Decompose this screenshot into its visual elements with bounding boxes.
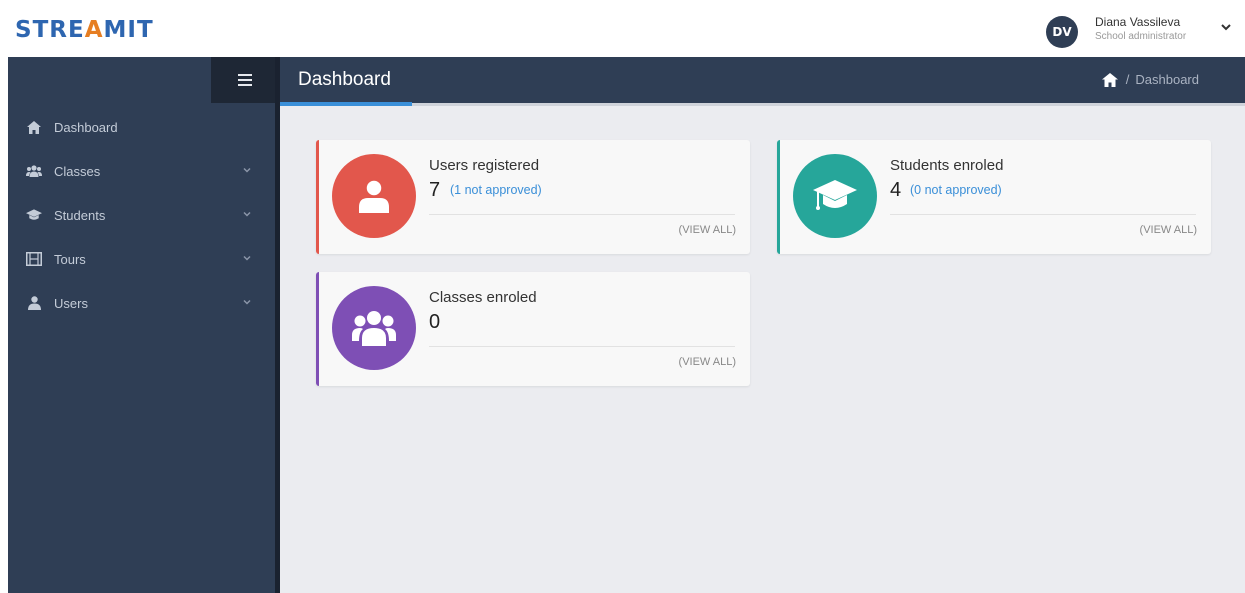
stat-card-students: Students enroled 4 (0 not approved) (VIE…: [777, 140, 1211, 254]
chevron-down-icon: [243, 299, 251, 305]
sidebar-nav: Dashboard Classes Students Tours Users: [8, 105, 278, 325]
sidebar-item-label: Users: [54, 295, 88, 311]
chevron-down-icon: [243, 255, 251, 261]
stat-card-users: Users registered 7 (1 not approved) (VIE…: [316, 140, 750, 254]
breadcrumb: / Dashboard: [1101, 72, 1199, 87]
logo-text-left: STRE: [15, 17, 85, 43]
card-icon-circle: [793, 154, 877, 238]
card-note-link[interactable]: (0 not approved): [910, 183, 1002, 197]
sidebar-item-classes[interactable]: Classes: [8, 149, 278, 193]
main-content: Users registered 7 (1 not approved) (VIE…: [280, 106, 1245, 593]
card-accent: [316, 140, 319, 254]
graduation-cap-icon: [813, 180, 857, 210]
card-icon-circle: [332, 286, 416, 370]
sidebar-item-label: Dashboard: [54, 119, 118, 135]
card-note-link[interactable]: (1 not approved): [450, 183, 542, 197]
page-header: Dashboard / Dashboard: [280, 57, 1245, 103]
view-all-link[interactable]: (VIEW ALL): [679, 356, 736, 368]
card-accent: [777, 140, 780, 254]
users-icon: [352, 311, 396, 346]
sidebar-item-dashboard[interactable]: Dashboard: [8, 105, 278, 149]
user-avatar[interactable]: DV: [1046, 16, 1078, 48]
sidebar-item-label: Students: [54, 207, 106, 223]
breadcrumb-separator: /: [1125, 72, 1130, 87]
card-divider: [429, 346, 735, 347]
chevron-down-icon[interactable]: [1219, 20, 1233, 34]
top-bar: STREAMIT DV Diana Vassileva School admin…: [8, 10, 1245, 57]
chevron-down-icon: [243, 211, 251, 217]
sidebar-item-tours[interactable]: Tours: [8, 237, 278, 281]
view-all-link[interactable]: (VIEW ALL): [679, 224, 736, 236]
film-icon: [26, 251, 42, 267]
page-title: Dashboard: [298, 69, 391, 90]
hamburger-icon: [237, 74, 252, 86]
users-icon: [26, 163, 42, 179]
card-title: Classes enroled: [429, 289, 537, 306]
view-all-link[interactable]: (VIEW ALL): [1140, 224, 1197, 236]
home-icon: [26, 119, 42, 135]
sidebar-item-label: Tours: [54, 251, 86, 267]
graduation-cap-icon: [26, 207, 42, 223]
sidebar-item-label: Classes: [54, 163, 101, 179]
card-title: Students enroled: [890, 157, 1004, 174]
app-logo[interactable]: STREAMIT: [15, 17, 154, 43]
stat-card-classes: Classes enroled 0 (VIEW ALL): [316, 272, 750, 386]
card-title: Users registered: [429, 157, 540, 174]
user-role: School administrator: [1095, 31, 1187, 42]
user-name[interactable]: Diana Vassileva: [1095, 15, 1180, 29]
chevron-down-icon: [243, 167, 251, 173]
user-icon: [26, 295, 42, 311]
app-frame: STREAMIT DV Diana Vassileva School admin…: [8, 10, 1245, 593]
card-value: 7: [429, 179, 441, 201]
avatar-initials: DV: [1052, 25, 1072, 39]
breadcrumb-current: Dashboard: [1135, 72, 1199, 87]
card-divider: [429, 214, 735, 215]
card-accent: [316, 272, 319, 386]
sidebar: Dashboard Classes Students Tours Users: [8, 57, 278, 593]
user-icon: [359, 179, 389, 213]
menu-toggle-button[interactable]: [211, 57, 278, 103]
card-icon-circle: [332, 154, 416, 238]
logo-text-right: MIT: [103, 17, 154, 43]
card-value: 0: [429, 311, 441, 333]
sidebar-item-users[interactable]: Users: [8, 281, 278, 325]
logo-text-mid: A: [84, 17, 104, 43]
home-icon[interactable]: [1101, 72, 1118, 87]
card-divider: [890, 214, 1196, 215]
card-value: 4: [890, 179, 902, 201]
sidebar-item-students[interactable]: Students: [8, 193, 278, 237]
